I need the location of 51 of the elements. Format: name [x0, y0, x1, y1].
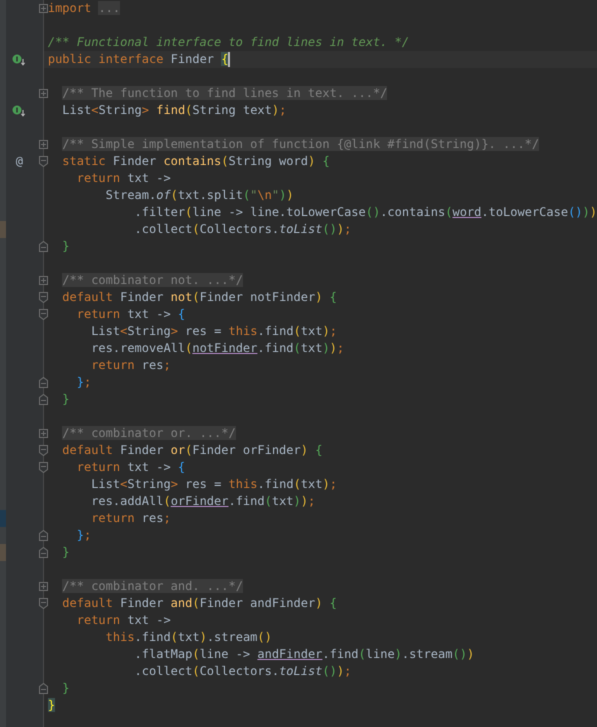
- code-line: public interface Finder {: [48, 52, 230, 66]
- fold-collapsed-icon[interactable]: [38, 89, 48, 98]
- fold-collapsed-icon[interactable]: [38, 140, 48, 149]
- code-line: res.removeAll(notFinder.find(txt));: [90, 341, 344, 355]
- code-line: List<String> res = this.find(txt);: [90, 477, 337, 491]
- annotation-mark[interactable]: @: [16, 153, 23, 170]
- down-arrow-badge-icon[interactable]: [12, 104, 26, 116]
- code-line: .collect(Collectors.toList());: [134, 664, 352, 678]
- down-arrow-badge-icon[interactable]: [12, 54, 26, 66]
- code-line: }: [61, 392, 70, 406]
- code-line: }: [61, 681, 70, 695]
- fold-toggle-icon[interactable]: [38, 547, 48, 558]
- fold-toggle-icon[interactable]: [38, 530, 48, 541]
- code-line: default Finder and(Finder andFinder) {: [61, 596, 337, 610]
- code-line: return txt -> {: [76, 460, 186, 474]
- code-line: /** Functional interface to find lines in text. */: [48, 35, 410, 49]
- code-line: default Finder not(Finder notFinder) {: [61, 290, 337, 304]
- code-line: this.find(txt).stream(): [104, 630, 272, 644]
- code-line: List<String> find(String text);: [61, 103, 286, 117]
- code-line: return res;: [90, 358, 171, 372]
- fold-toggle-icon[interactable]: [38, 462, 48, 473]
- code-line: import ...: [48, 1, 120, 15]
- code-line: return txt ->: [76, 171, 171, 185]
- code-line: }: [61, 545, 70, 559]
- fold-collapsed-icon[interactable]: [38, 582, 48, 591]
- code-line: .flatMap(line -> andFinder.find(line).stream()): [134, 647, 474, 661]
- fold-toggle-icon[interactable]: [38, 394, 48, 405]
- code-line: return txt ->: [76, 613, 171, 627]
- code-line: Stream.of(txt.split("\n")): [104, 188, 294, 202]
- fold-collapsed-icon[interactable]: [38, 429, 48, 438]
- code-line: default Finder or(Finder orFinder) {: [61, 443, 322, 457]
- code-line: };: [76, 528, 92, 542]
- code-line: .filter(line -> line.toLowerCase().contains(word.toLowerCase())): [134, 205, 597, 219]
- fold-toggle-icon[interactable]: [38, 598, 48, 609]
- fold-toggle-icon[interactable]: [38, 241, 48, 252]
- code-line: List<String> res = this.find(txt);: [90, 324, 337, 338]
- fold-toggle-icon[interactable]: [38, 683, 48, 694]
- fold-toggle-icon[interactable]: [38, 309, 48, 320]
- code-line: static Finder contains(String word) {: [61, 154, 330, 168]
- code-line: };: [76, 375, 92, 389]
- fold-collapsed-icon[interactable]: [38, 276, 48, 285]
- fold-toggle-icon[interactable]: [38, 156, 48, 167]
- fold-toggle-icon[interactable]: [38, 377, 48, 388]
- fold-collapsed-icon[interactable]: [38, 4, 48, 13]
- code-line: return res;: [90, 511, 171, 525]
- code-line: return txt -> {: [76, 307, 186, 321]
- code-line: }: [61, 239, 70, 253]
- code-line: .collect(Collectors.toList());: [134, 222, 352, 236]
- fold-toggle-icon[interactable]: [38, 445, 48, 456]
- code-line: res.addAll(orFinder.find(txt));: [90, 494, 316, 508]
- fold-toggle-icon[interactable]: [38, 292, 48, 303]
